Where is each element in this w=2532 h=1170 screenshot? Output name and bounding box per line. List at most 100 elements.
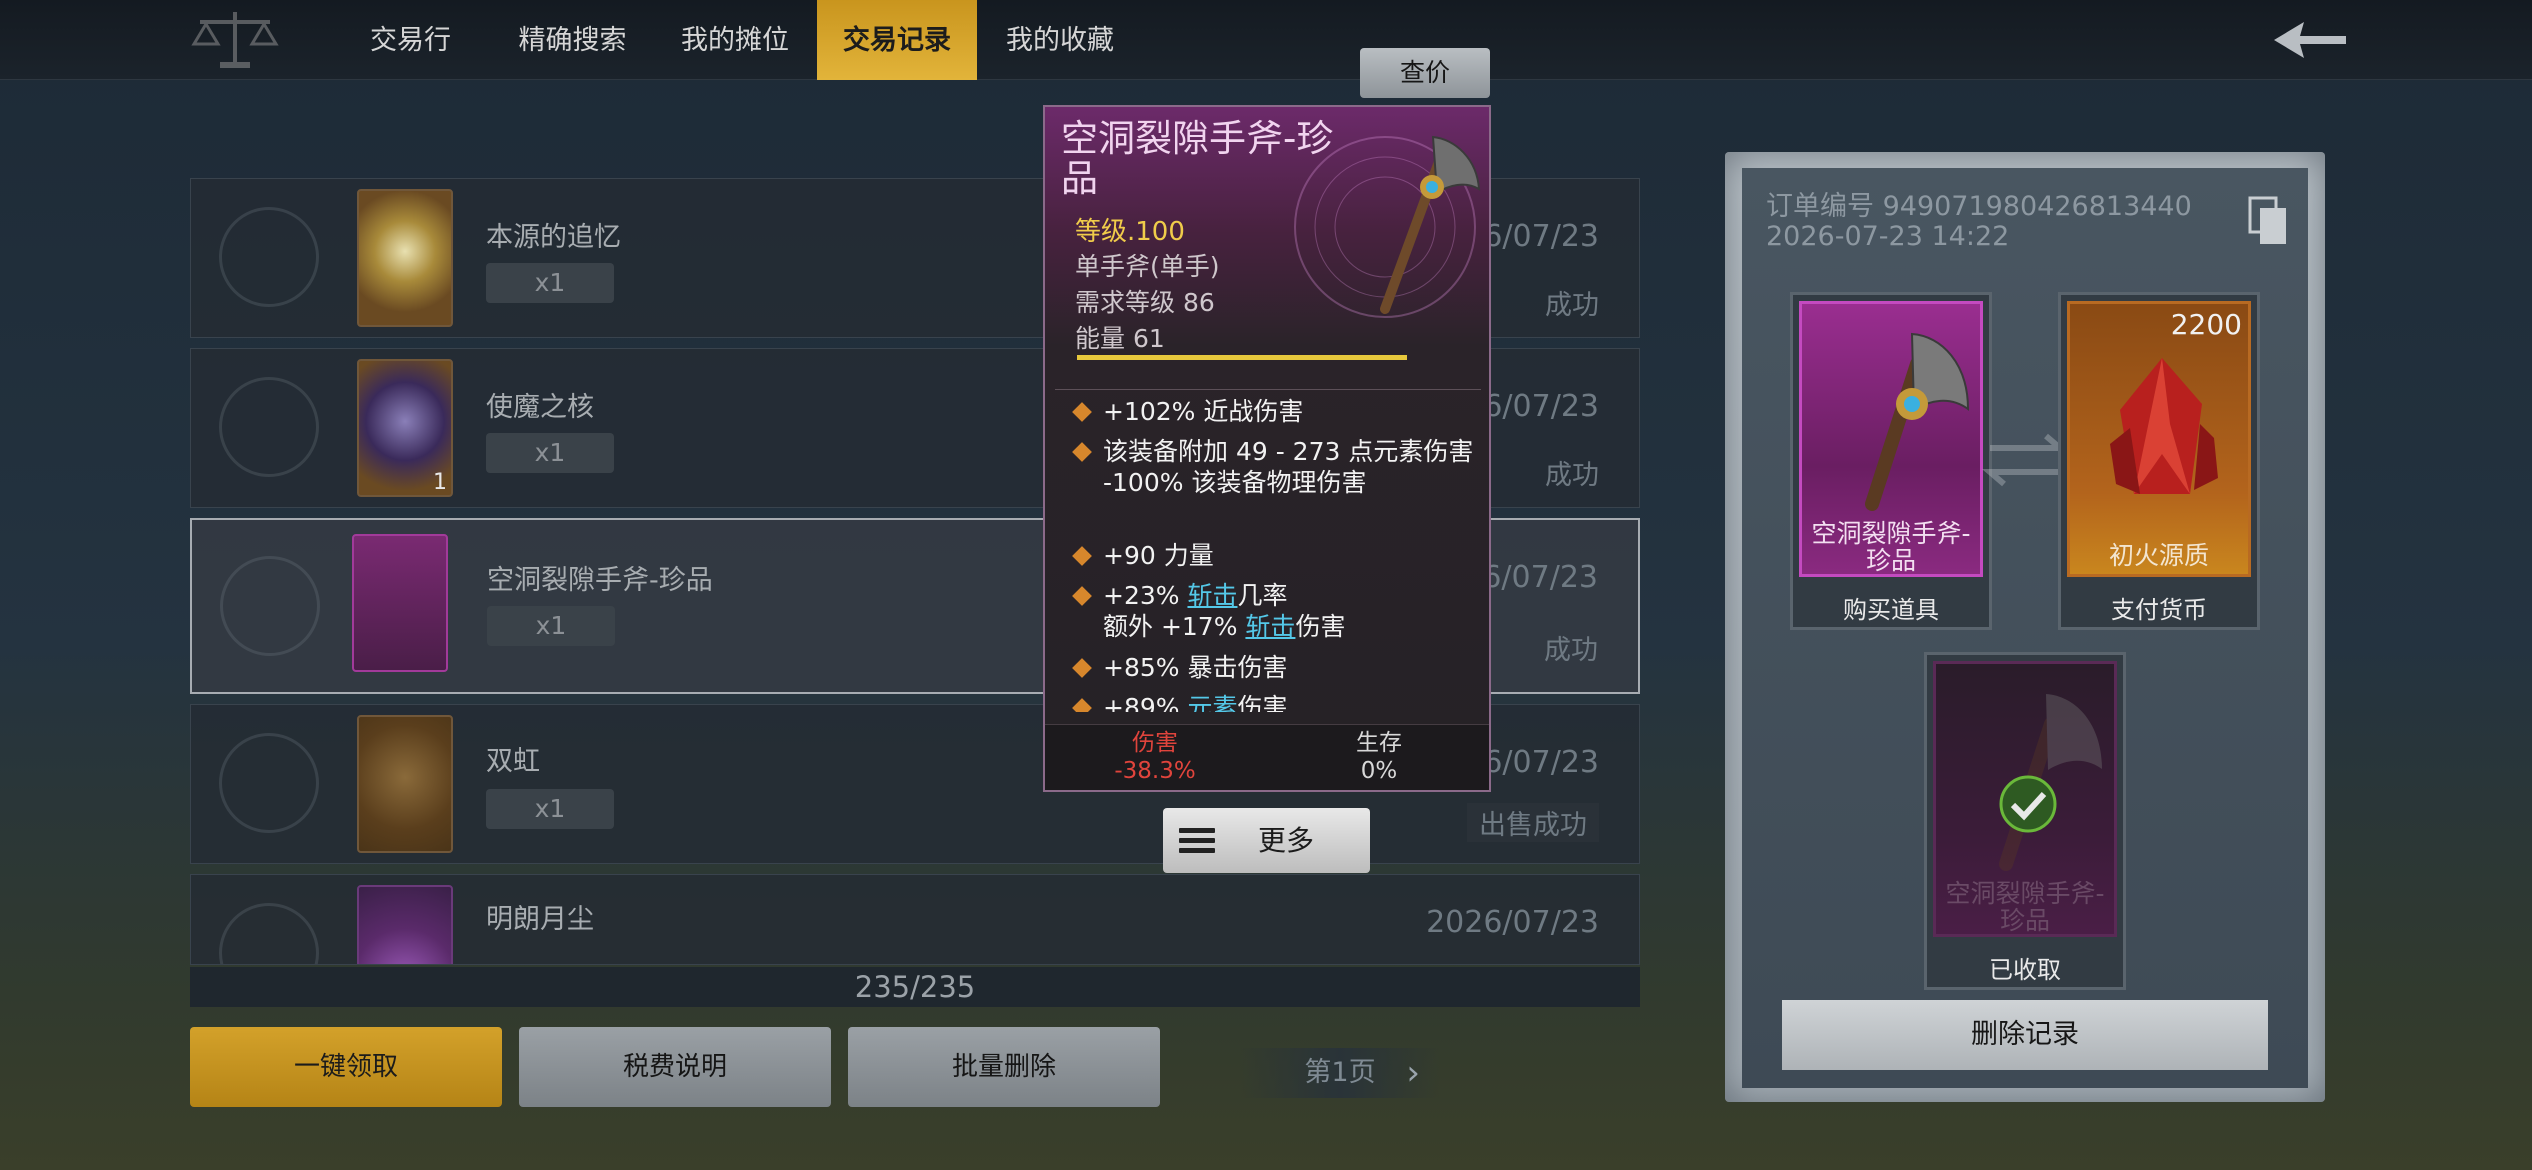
price-check-button[interactable]: 查价 bbox=[1360, 48, 1490, 98]
back-arrow-icon[interactable] bbox=[2270, 14, 2350, 66]
affix-line: 该装备附加 49 - 273 点元素伤害 -100% 该装备物理伤害 bbox=[1072, 436, 1475, 498]
item-power: 能量 61 bbox=[1075, 324, 1165, 353]
currency-name: 初火源质 bbox=[2108, 541, 2209, 570]
more-button-label: 更多 bbox=[1258, 824, 1315, 857]
item-name: 明朗月尘 bbox=[486, 904, 594, 935]
received-item-art: 空洞裂隙手斧-珍品 bbox=[1933, 661, 2117, 937]
delete-record-button[interactable]: 删除记录 bbox=[1782, 1000, 2268, 1070]
status-ring-icon bbox=[219, 903, 319, 964]
trade-status: 出售成功 bbox=[1467, 803, 1599, 842]
bought-item-card[interactable]: 空洞裂隙手斧-珍品 购买道具 bbox=[1790, 292, 1992, 630]
keyword-element[interactable]: 元素 bbox=[1187, 693, 1237, 712]
survival-value: 0% bbox=[1360, 758, 1398, 784]
checkmark-icon bbox=[1999, 775, 2057, 833]
survival-label: 生存 bbox=[1356, 730, 1402, 756]
order-number: 订单编号 94907198042681344​0 bbox=[1766, 191, 2192, 222]
affix-line: +102% 近战伤害 bbox=[1072, 396, 1475, 427]
trade-date: 6/07/23 bbox=[1483, 389, 1599, 424]
paid-currency-caption: 支付货币 bbox=[2111, 596, 2207, 624]
page-indicator: 第1页 › bbox=[1240, 1048, 1440, 1098]
affix-text: +23% 斩击几率 bbox=[1103, 580, 1475, 611]
item-quantity: x1 bbox=[486, 789, 614, 829]
received-item-name: 空洞裂隙手斧-珍品 bbox=[1945, 879, 2105, 935]
order-time: 2026-07-23 14:22 bbox=[1766, 221, 2010, 252]
affix-text: +89% 元素伤害 bbox=[1103, 692, 1475, 712]
affix-part: +23% bbox=[1103, 581, 1188, 610]
next-page-chevron-icon[interactable]: › bbox=[1406, 1048, 1420, 1098]
trade-record-row[interactable]: 明朗月尘 2026/07/23 bbox=[190, 874, 1640, 965]
bought-item-caption: 购买道具 bbox=[1843, 596, 1939, 624]
keyword-slash[interactable]: 斩击 bbox=[1245, 612, 1295, 641]
order-number-block: 订单编号 94907198042681344​0 2026-07-23 14:2… bbox=[1766, 192, 2192, 252]
batch-delete-button[interactable]: 批量删除 bbox=[848, 1027, 1160, 1107]
affix-part: 额外 +17% bbox=[1103, 612, 1246, 641]
status-ring-icon bbox=[219, 377, 319, 477]
tab-precise-search[interactable]: 精确搜索 bbox=[505, 0, 640, 80]
diamond-bullet-icon bbox=[1072, 546, 1092, 566]
claim-all-button[interactable]: 一键领取 bbox=[190, 1027, 502, 1107]
affix-line: +90 力量 bbox=[1072, 540, 1475, 571]
exchange-arrows-icon bbox=[1981, 433, 2069, 487]
affix-text: +102% 近战伤害 bbox=[1103, 397, 1304, 426]
currency-art: 2200 初火源质 bbox=[2067, 301, 2251, 577]
tab-my-stall[interactable]: 我的摊位 bbox=[665, 0, 805, 80]
stat-comparison-footer: 伤害 -38.3% 生存 0% bbox=[1045, 724, 1489, 790]
more-button[interactable]: 更多 bbox=[1163, 808, 1370, 873]
trade-date: 2026/07/23 bbox=[1426, 905, 1599, 940]
item-required-level: 需求等级 86 bbox=[1075, 288, 1215, 317]
scales-logo-icon bbox=[191, 12, 279, 68]
diamond-bullet-icon bbox=[1072, 586, 1092, 606]
axe-item-icon bbox=[1380, 135, 1481, 314]
affix-line: +85% 暴击伤害 bbox=[1072, 652, 1475, 683]
affix-text-extra: -100% 该装备物理伤害 bbox=[1103, 468, 1367, 497]
copy-icon[interactable] bbox=[2248, 196, 2288, 246]
diamond-bullet-icon bbox=[1072, 442, 1092, 462]
item-type: 单手斧(单手) bbox=[1075, 252, 1220, 281]
red-crystal-icon bbox=[2110, 358, 2218, 494]
damage-label: 伤害 bbox=[1132, 730, 1178, 756]
item-level: 等级.100 bbox=[1075, 217, 1185, 247]
power-bar bbox=[1077, 355, 1407, 360]
status-ring-icon bbox=[219, 207, 319, 307]
tab-auction-house[interactable]: 交易行 bbox=[353, 0, 468, 80]
divider bbox=[1055, 389, 1481, 390]
survival-compare: 生存 0% bbox=[1269, 729, 1489, 785]
affix-part: 伤害 bbox=[1237, 693, 1288, 712]
record-count: 235/235 bbox=[190, 967, 1640, 1007]
tab-trade-records[interactable]: 交易记录 bbox=[817, 0, 977, 80]
item-thumbnail bbox=[357, 189, 453, 327]
item-quantity: x1 bbox=[486, 263, 614, 303]
item-quantity: x1 bbox=[486, 433, 614, 473]
damage-compare: 伤害 -38.3% bbox=[1045, 729, 1265, 785]
item-name: 使魔之核 bbox=[486, 392, 594, 423]
item-thumbnail bbox=[357, 715, 453, 853]
diamond-bullet-icon bbox=[1072, 402, 1092, 422]
affix-line: +23% 斩击几率 额外 +17% 斩击伤害 bbox=[1072, 580, 1475, 642]
item-quantity: x1 bbox=[487, 606, 615, 646]
trade-status: 成功 bbox=[1545, 460, 1599, 491]
bought-item-art: 空洞裂隙手斧-珍品 bbox=[1799, 301, 1983, 577]
page-label: 第1页 bbox=[1304, 1057, 1376, 1088]
tab-my-favorites[interactable]: 我的收藏 bbox=[990, 0, 1130, 80]
damage-value: -38.3% bbox=[1114, 758, 1196, 784]
affix-text-extra: 额外 +17% 斩击伤害 bbox=[1103, 611, 1475, 642]
affix-text: +85% 暴击伤害 bbox=[1103, 653, 1288, 682]
received-item-card[interactable]: 空洞裂隙手斧-珍品 已收取 bbox=[1924, 652, 2126, 990]
trade-status: 成功 bbox=[1545, 290, 1599, 321]
affix-text: +90 力量 bbox=[1103, 541, 1214, 570]
trade-date: 6/07/23 bbox=[1482, 560, 1598, 595]
tax-info-button[interactable]: 税费说明 bbox=[519, 1027, 831, 1107]
status-ring-icon bbox=[220, 556, 320, 656]
item-thumbnail bbox=[352, 534, 448, 672]
item-thumbnail bbox=[357, 885, 453, 964]
affix-list[interactable]: +102% 近战伤害 该装备附加 49 - 273 点元素伤害 -100% 该装… bbox=[1045, 392, 1493, 712]
item-name: 双虹 bbox=[486, 746, 540, 777]
item-title: 空洞裂隙手斧-珍品 bbox=[1061, 117, 1334, 200]
item-tooltip: 空洞裂隙手斧-珍品 等级.100 单手斧(单手) 需求等级 86 能量 61 +… bbox=[1043, 105, 1491, 792]
diamond-bullet-icon bbox=[1072, 698, 1092, 712]
item-thumbnail: 1 bbox=[357, 359, 453, 497]
keyword-slash[interactable]: 斩击 bbox=[1187, 581, 1237, 610]
item-count-badge: 1 bbox=[433, 470, 447, 495]
affix-part: +89% bbox=[1103, 693, 1188, 712]
paid-currency-card[interactable]: 2200 初火源质 支付货币 bbox=[2058, 292, 2260, 630]
